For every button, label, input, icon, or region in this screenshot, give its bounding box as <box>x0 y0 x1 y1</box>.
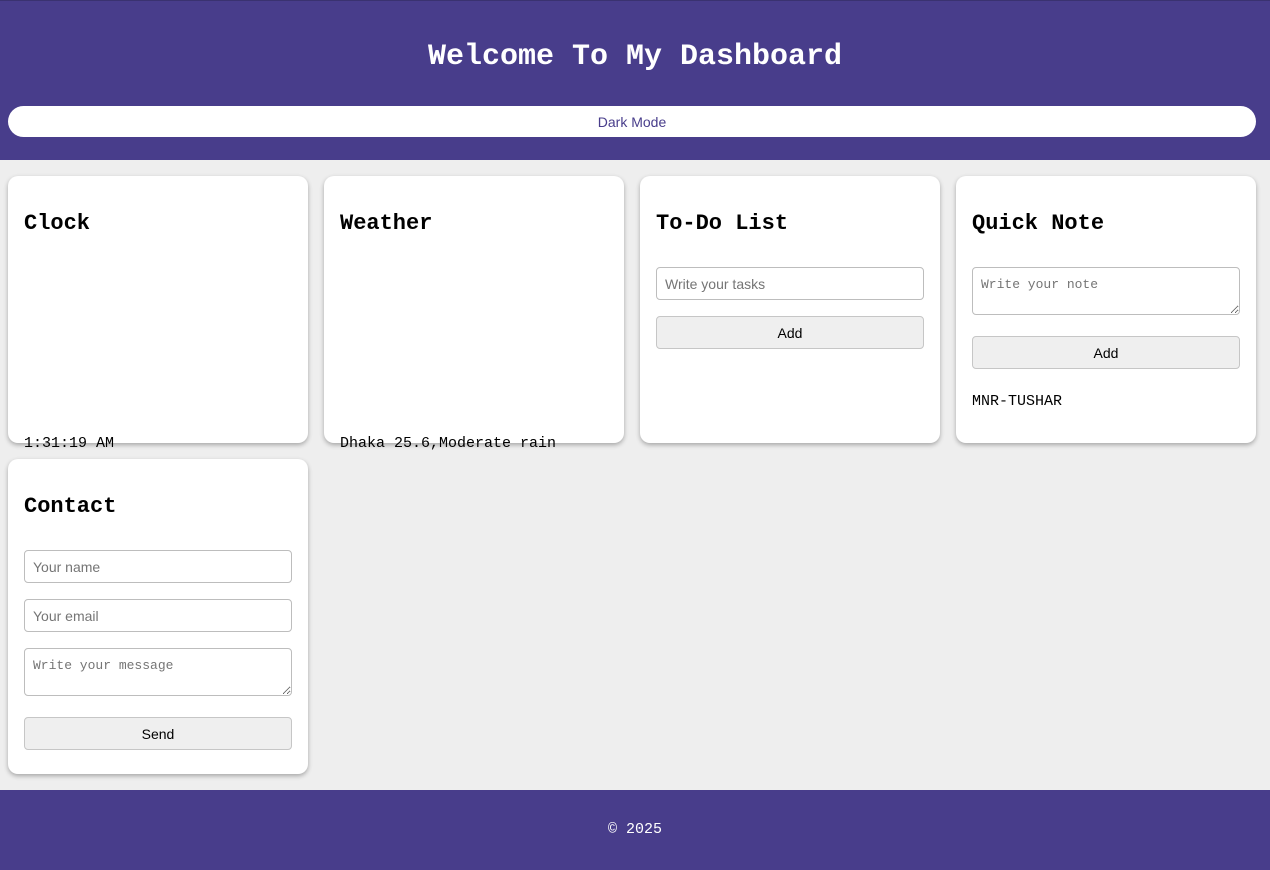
page-title: Welcome To My Dashboard <box>427 40 843 74</box>
copyright-text: © 2025 <box>607 821 662 838</box>
note-input[interactable] <box>972 267 1240 315</box>
weather-card: Weather Dhaka 25.6,Moderate rain <box>324 176 624 452</box>
clock-card-title: Clock <box>24 211 91 236</box>
task-input[interactable] <box>656 267 924 300</box>
add-note-button[interactable]: Add <box>972 336 1240 369</box>
send-button[interactable]: Send <box>24 717 292 750</box>
clock-time: 1:31:19 AM <box>24 435 115 452</box>
quick-note-card-title: Quick Note <box>972 211 1105 236</box>
clock-card: Clock 1:31:19 AM <box>8 176 308 452</box>
weather-card-title: Weather <box>340 211 433 236</box>
saved-note-item: MNR-TUSHAR <box>972 393 1063 410</box>
contact-card: Contact Send <box>8 459 308 774</box>
todo-card: To-Do List Add <box>640 176 940 443</box>
add-task-button[interactable]: Add <box>656 316 924 349</box>
quick-note-card: Quick Note Add MNR-TUSHAR <box>956 176 1256 443</box>
page-footer: © 2025 <box>0 790 1270 870</box>
contact-card-title: Contact <box>24 494 117 519</box>
email-input[interactable] <box>24 599 292 632</box>
dark-mode-toggle-button[interactable]: Dark Mode <box>8 106 1256 137</box>
page-header: Welcome To My Dashboard Dark Mode <box>0 0 1270 160</box>
name-input[interactable] <box>24 550 292 583</box>
todo-card-title: To-Do List <box>656 211 789 236</box>
weather-summary: Dhaka 25.6,Moderate rain <box>340 435 557 452</box>
message-input[interactable] <box>24 648 292 696</box>
